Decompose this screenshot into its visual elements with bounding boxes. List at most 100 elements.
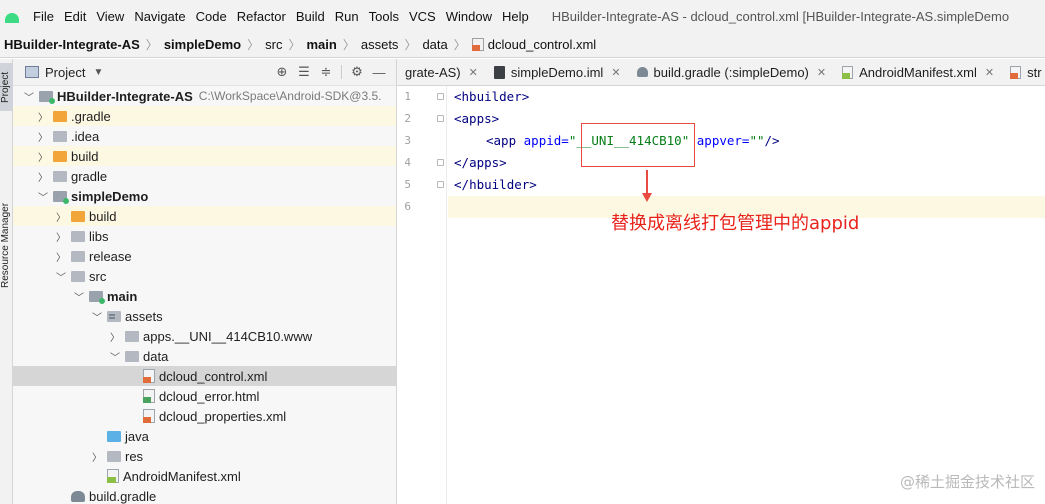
module-file-icon xyxy=(493,65,505,79)
menu-edit[interactable]: Edit xyxy=(59,9,91,24)
tree-item[interactable]: 〉 .idea xyxy=(13,126,396,146)
tree-item[interactable]: 〉 .gradle xyxy=(13,106,396,126)
tree-item[interactable]: AndroidManifest.xml xyxy=(13,466,396,486)
collapse-all-icon[interactable]: ≑ xyxy=(315,64,337,80)
chevron-right-icon[interactable]: 〉 xyxy=(91,449,103,464)
code-token: </ xyxy=(454,155,470,170)
chevron-down-icon[interactable]: ﹀ xyxy=(23,89,35,104)
code-token: /> xyxy=(764,133,780,148)
project-panel: Project ▼ ⊕ ☰ ≑ ⚙ — ﹀ HBuilder-Integrate… xyxy=(13,59,397,504)
menu-navigate[interactable]: Navigate xyxy=(129,9,190,24)
editor-tab[interactable]: build.gradle (:simpleDemo) ✕ xyxy=(629,65,835,80)
project-panel-title[interactable]: Project xyxy=(45,65,85,80)
tree-item[interactable]: 〉 apps.__UNI__414CB10.www xyxy=(13,326,396,346)
tree-item-label: .gradle xyxy=(71,108,111,124)
tree-item[interactable]: ﹀ data xyxy=(13,346,396,366)
menu-tools[interactable]: Tools xyxy=(364,9,404,24)
menu-help[interactable]: Help xyxy=(497,9,534,24)
project-panel-header: Project ▼ ⊕ ☰ ≑ ⚙ — xyxy=(13,59,396,86)
fold-icon[interactable] xyxy=(437,159,444,166)
breadcrumb-module[interactable]: simpleDemo xyxy=(164,37,241,52)
menu-run[interactable]: Run xyxy=(330,9,364,24)
line-number: 6 xyxy=(404,200,411,213)
resource-manager-tool-tab[interactable]: Resource Manager xyxy=(0,199,13,291)
chevron-down-icon[interactable]: ﹀ xyxy=(91,309,103,324)
tree-item[interactable]: ﹀ src xyxy=(13,266,396,286)
code-token: < xyxy=(486,133,494,148)
breadcrumb-src[interactable]: src xyxy=(265,37,282,52)
chevron-down-icon[interactable]: ﹀ xyxy=(37,189,49,204)
chevron-right-icon[interactable]: 〉 xyxy=(55,249,67,264)
tree-item[interactable]: 〉 build xyxy=(13,206,396,226)
menu-file[interactable]: File xyxy=(28,9,59,24)
menu-window[interactable]: Window xyxy=(441,9,497,24)
assets-folder-icon xyxy=(107,310,121,322)
chevron-right-icon[interactable]: 〉 xyxy=(37,109,49,124)
tree-item[interactable]: 〉 gradle xyxy=(13,166,396,186)
tree-item[interactable]: dcloud_properties.xml xyxy=(13,406,396,426)
editor-tab[interactable]: grate-AS) ✕ xyxy=(397,65,486,80)
chevron-right-icon[interactable]: 〉 xyxy=(109,329,121,344)
folder-icon xyxy=(53,110,67,122)
fold-icon[interactable] xyxy=(437,181,444,188)
chevron-down-icon[interactable]: ▼ xyxy=(93,67,103,78)
menu-refactor[interactable]: Refactor xyxy=(232,9,291,24)
code-editor[interactable]: 1 2 3 4 5 6 <hbuilder> <apps> <app appid… xyxy=(397,86,1045,504)
code-token: appid xyxy=(523,133,562,148)
tree-item[interactable]: ﹀ assets xyxy=(13,306,396,326)
tree-item[interactable]: dcloud_error.html xyxy=(13,386,396,406)
tree-item-label: build xyxy=(89,208,117,224)
tree-item[interactable]: 〉 res xyxy=(13,446,396,466)
chevron-down-icon[interactable]: ﹀ xyxy=(73,289,85,304)
breadcrumb-main[interactable]: main xyxy=(307,37,337,52)
minimize-icon[interactable]: — xyxy=(368,65,390,80)
tree-item[interactable]: ﹀ HBuilder-Integrate-AS C:\WorkSpace\And… xyxy=(13,86,396,106)
menu-view[interactable]: View xyxy=(91,9,129,24)
annotation-text: 替换成离线打包管理中的appid xyxy=(611,213,860,234)
tree-item[interactable]: 〉 libs xyxy=(13,226,396,246)
breadcrumb-assets[interactable]: assets xyxy=(361,37,399,52)
fold-icon[interactable] xyxy=(437,115,444,122)
close-icon[interactable]: ✕ xyxy=(469,66,478,79)
tree-item[interactable]: ﹀ main xyxy=(13,286,396,306)
editor-tab[interactable]: simpleDemo.iml ✕ xyxy=(486,65,629,80)
breadcrumb-data[interactable]: data xyxy=(422,37,447,52)
breadcrumb-file[interactable]: dcloud_control.xml xyxy=(488,37,596,52)
chevron-right-icon[interactable]: 〉 xyxy=(55,209,67,224)
chevron-down-icon[interactable]: ﹀ xyxy=(55,269,67,284)
close-icon[interactable]: ✕ xyxy=(817,66,826,79)
tree-item[interactable]: 〉 build xyxy=(13,146,396,166)
chevron-right-icon[interactable]: 〉 xyxy=(37,149,49,164)
line-number: 2 xyxy=(404,112,411,125)
locate-icon[interactable]: ⊕ xyxy=(271,64,293,80)
chevron-right-icon[interactable]: 〉 xyxy=(37,129,49,144)
tree-item[interactable]: 〉 release xyxy=(13,246,396,266)
expand-all-icon[interactable]: ☰ xyxy=(293,64,315,80)
chevron-down-icon[interactable]: ﹀ xyxy=(109,349,121,364)
editor-tab[interactable]: AndroidManifest.xml ✕ xyxy=(834,65,1002,80)
menu-code[interactable]: Code xyxy=(191,9,232,24)
toolbar-divider xyxy=(341,65,342,79)
gear-icon[interactable]: ⚙ xyxy=(346,64,368,80)
code-token: < xyxy=(454,111,462,126)
xml-file-icon xyxy=(1010,65,1022,79)
menu-build[interactable]: Build xyxy=(291,9,330,24)
chevron-right-icon[interactable]: 〉 xyxy=(37,169,49,184)
close-icon[interactable]: ✕ xyxy=(611,66,620,79)
arrow-down-icon xyxy=(642,193,652,202)
chevron-right-icon[interactable]: 〉 xyxy=(55,229,67,244)
close-icon[interactable]: ✕ xyxy=(985,66,994,79)
project-tool-tab[interactable]: Project xyxy=(0,63,13,111)
menu-vcs[interactable]: VCS xyxy=(404,9,441,24)
folder-icon xyxy=(53,150,67,162)
tree-item-label: build xyxy=(71,148,99,164)
folder-icon xyxy=(125,330,139,342)
editor-tab[interactable]: str xyxy=(1002,65,1045,80)
fold-icon[interactable] xyxy=(437,93,444,100)
module-folder-icon xyxy=(53,190,69,204)
breadcrumb-project[interactable]: HBuilder-Integrate-AS xyxy=(4,37,140,52)
tree-item-selected[interactable]: dcloud_control.xml xyxy=(13,366,396,386)
tree-item[interactable]: java xyxy=(13,426,396,446)
tree-item[interactable]: ﹀ simpleDemo xyxy=(13,186,396,206)
tree-item[interactable]: build.gradle xyxy=(13,486,396,504)
